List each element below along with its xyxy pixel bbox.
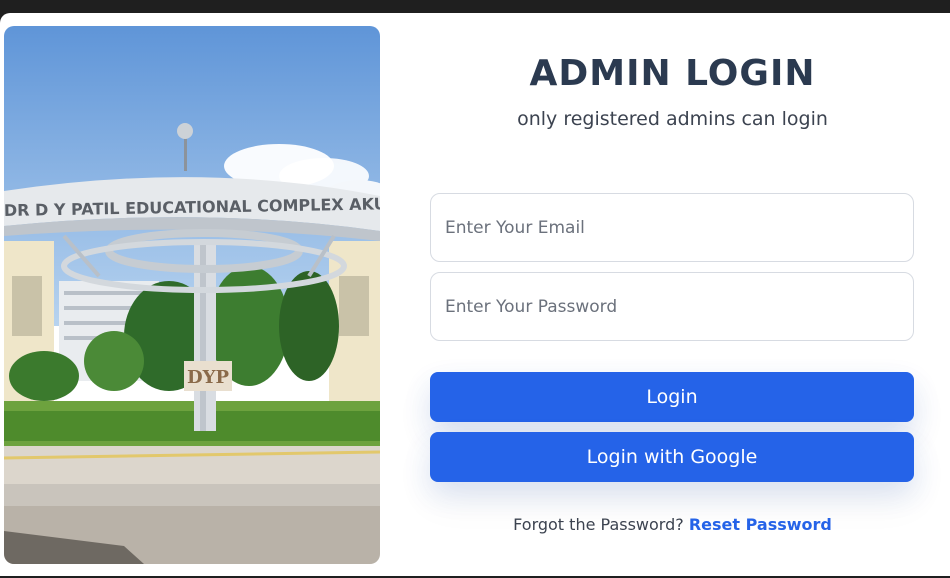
monogram-text: DYP <box>187 367 229 388</box>
password-field-wrapper <box>430 272 914 341</box>
login-button[interactable]: Login <box>430 372 914 422</box>
page-subtitle: only registered admins can login <box>517 108 828 130</box>
campus-photo: DYP DR D Y PATIL EDUCATIONAL COMPLEX AKU… <box>4 26 380 564</box>
login-with-google-button[interactable]: Login with Google <box>430 432 914 482</box>
email-field-wrapper <box>430 193 914 262</box>
email-field[interactable] <box>431 194 913 261</box>
login-form: ADMIN LOGIN only registered admins can l… <box>395 13 950 576</box>
campus-gate-illustration: DYP DR D Y PATIL EDUCATIONAL COMPLEX AKU… <box>4 26 380 564</box>
login-card: DYP DR D Y PATIL EDUCATIONAL COMPLEX AKU… <box>0 13 950 576</box>
password-field[interactable] <box>431 273 913 340</box>
page-title: ADMIN LOGIN <box>529 53 816 94</box>
window-top-bar <box>0 0 950 13</box>
reset-password-link[interactable]: Reset Password <box>689 515 832 534</box>
forgot-password-row: Forgot the Password? Reset Password <box>395 515 950 534</box>
forgot-password-text: Forgot the Password? <box>513 515 689 534</box>
